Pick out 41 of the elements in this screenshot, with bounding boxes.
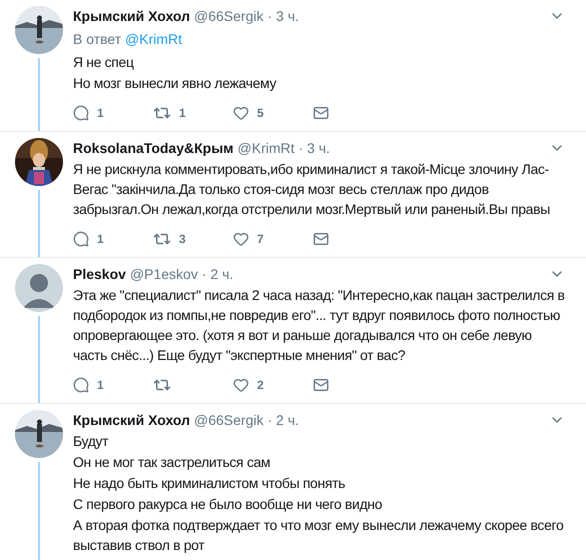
tweet-text: Он не мог так застрелиться сам: [73, 453, 272, 472]
tweet-time[interactable]: · 2 ч.: [202, 264, 234, 284]
tweet-text: Не надо быть криминалистом чтобы понять: [73, 474, 346, 493]
reply-count: 1: [97, 231, 104, 248]
tweet-time[interactable]: · 2 ч.: [267, 410, 299, 430]
retweet-count: 1: [179, 105, 186, 122]
user-name[interactable]: Крымский Хохол: [73, 410, 190, 430]
heart-icon[interactable]: [233, 105, 249, 121]
reply-link[interactable]: @KrimRt: [125, 31, 182, 47]
tweet-text: Будут: [73, 432, 110, 451]
avatar-icon: [15, 264, 63, 312]
tweet-text: Эта же "специалист" писала 2 часа назад: "Интересно,как пацан застрелился в подбородок из помпы,не повредив его"... тут вдруг появилось фото полностью опровергающее это. (хотя я вот и раньше догадывался что он себе левую часть снёс...) Еще будут "экспертные мнения" от вас?: [73, 286, 565, 365]
tweet-text: Но мозг вынесли явно лежачему: [73, 74, 278, 93]
like-count: 7: [257, 231, 264, 248]
user-name[interactable]: RoksolanaToday&Крым: [73, 138, 234, 158]
retweet-count: 3: [179, 231, 186, 248]
tweet-text: С первого ракурса не было вообще ни чего видно: [73, 495, 384, 514]
reply-count: 1: [97, 105, 104, 122]
user-name[interactable]: Крымский Хохол: [73, 6, 190, 26]
mail-icon[interactable]: [313, 231, 329, 247]
reply-icon[interactable]: [73, 231, 89, 247]
tweet-text: Я не спец: [73, 53, 135, 72]
mail-icon[interactable]: [313, 377, 329, 393]
user-handle[interactable]: @66Sergik: [194, 410, 264, 430]
tweet-text: А вторая фотка подтверждает то что мозг ему вынесли лежачему скорее всего выставив ствол в рот: [73, 516, 564, 555]
like-count: 5: [257, 105, 264, 122]
tweet-text: Я не рискнула комментировать,ибо криминалист я такой-Місце злочину Лас-Вегас "закінчила.Да только стоя-сидя мозг весь стеллаж про дидов забрызгал.Он лежал,когда отстрелили мозг.Мертвый или раненый.Вы правы: [73, 160, 551, 219]
user-handle[interactable]: @KrimRt: [238, 138, 294, 158]
heart-icon[interactable]: [233, 377, 249, 393]
user-handle[interactable]: @66Sergik: [194, 6, 264, 26]
reply-icon[interactable]: [73, 105, 89, 121]
reply-label: В ответ: [73, 31, 122, 47]
tweet-time[interactable]: · 3 ч.: [267, 6, 299, 26]
reply-count: 1: [97, 377, 104, 394]
tweet-time[interactable]: · 3 ч.: [298, 138, 330, 158]
reply-icon[interactable]: [73, 377, 89, 393]
user-handle[interactable]: @P1eskov: [130, 264, 198, 284]
mail-icon[interactable]: [313, 105, 329, 121]
like-count: 2: [257, 377, 264, 394]
heart-icon[interactable]: [233, 231, 249, 247]
user-name[interactable]: Pleskov: [73, 264, 126, 284]
